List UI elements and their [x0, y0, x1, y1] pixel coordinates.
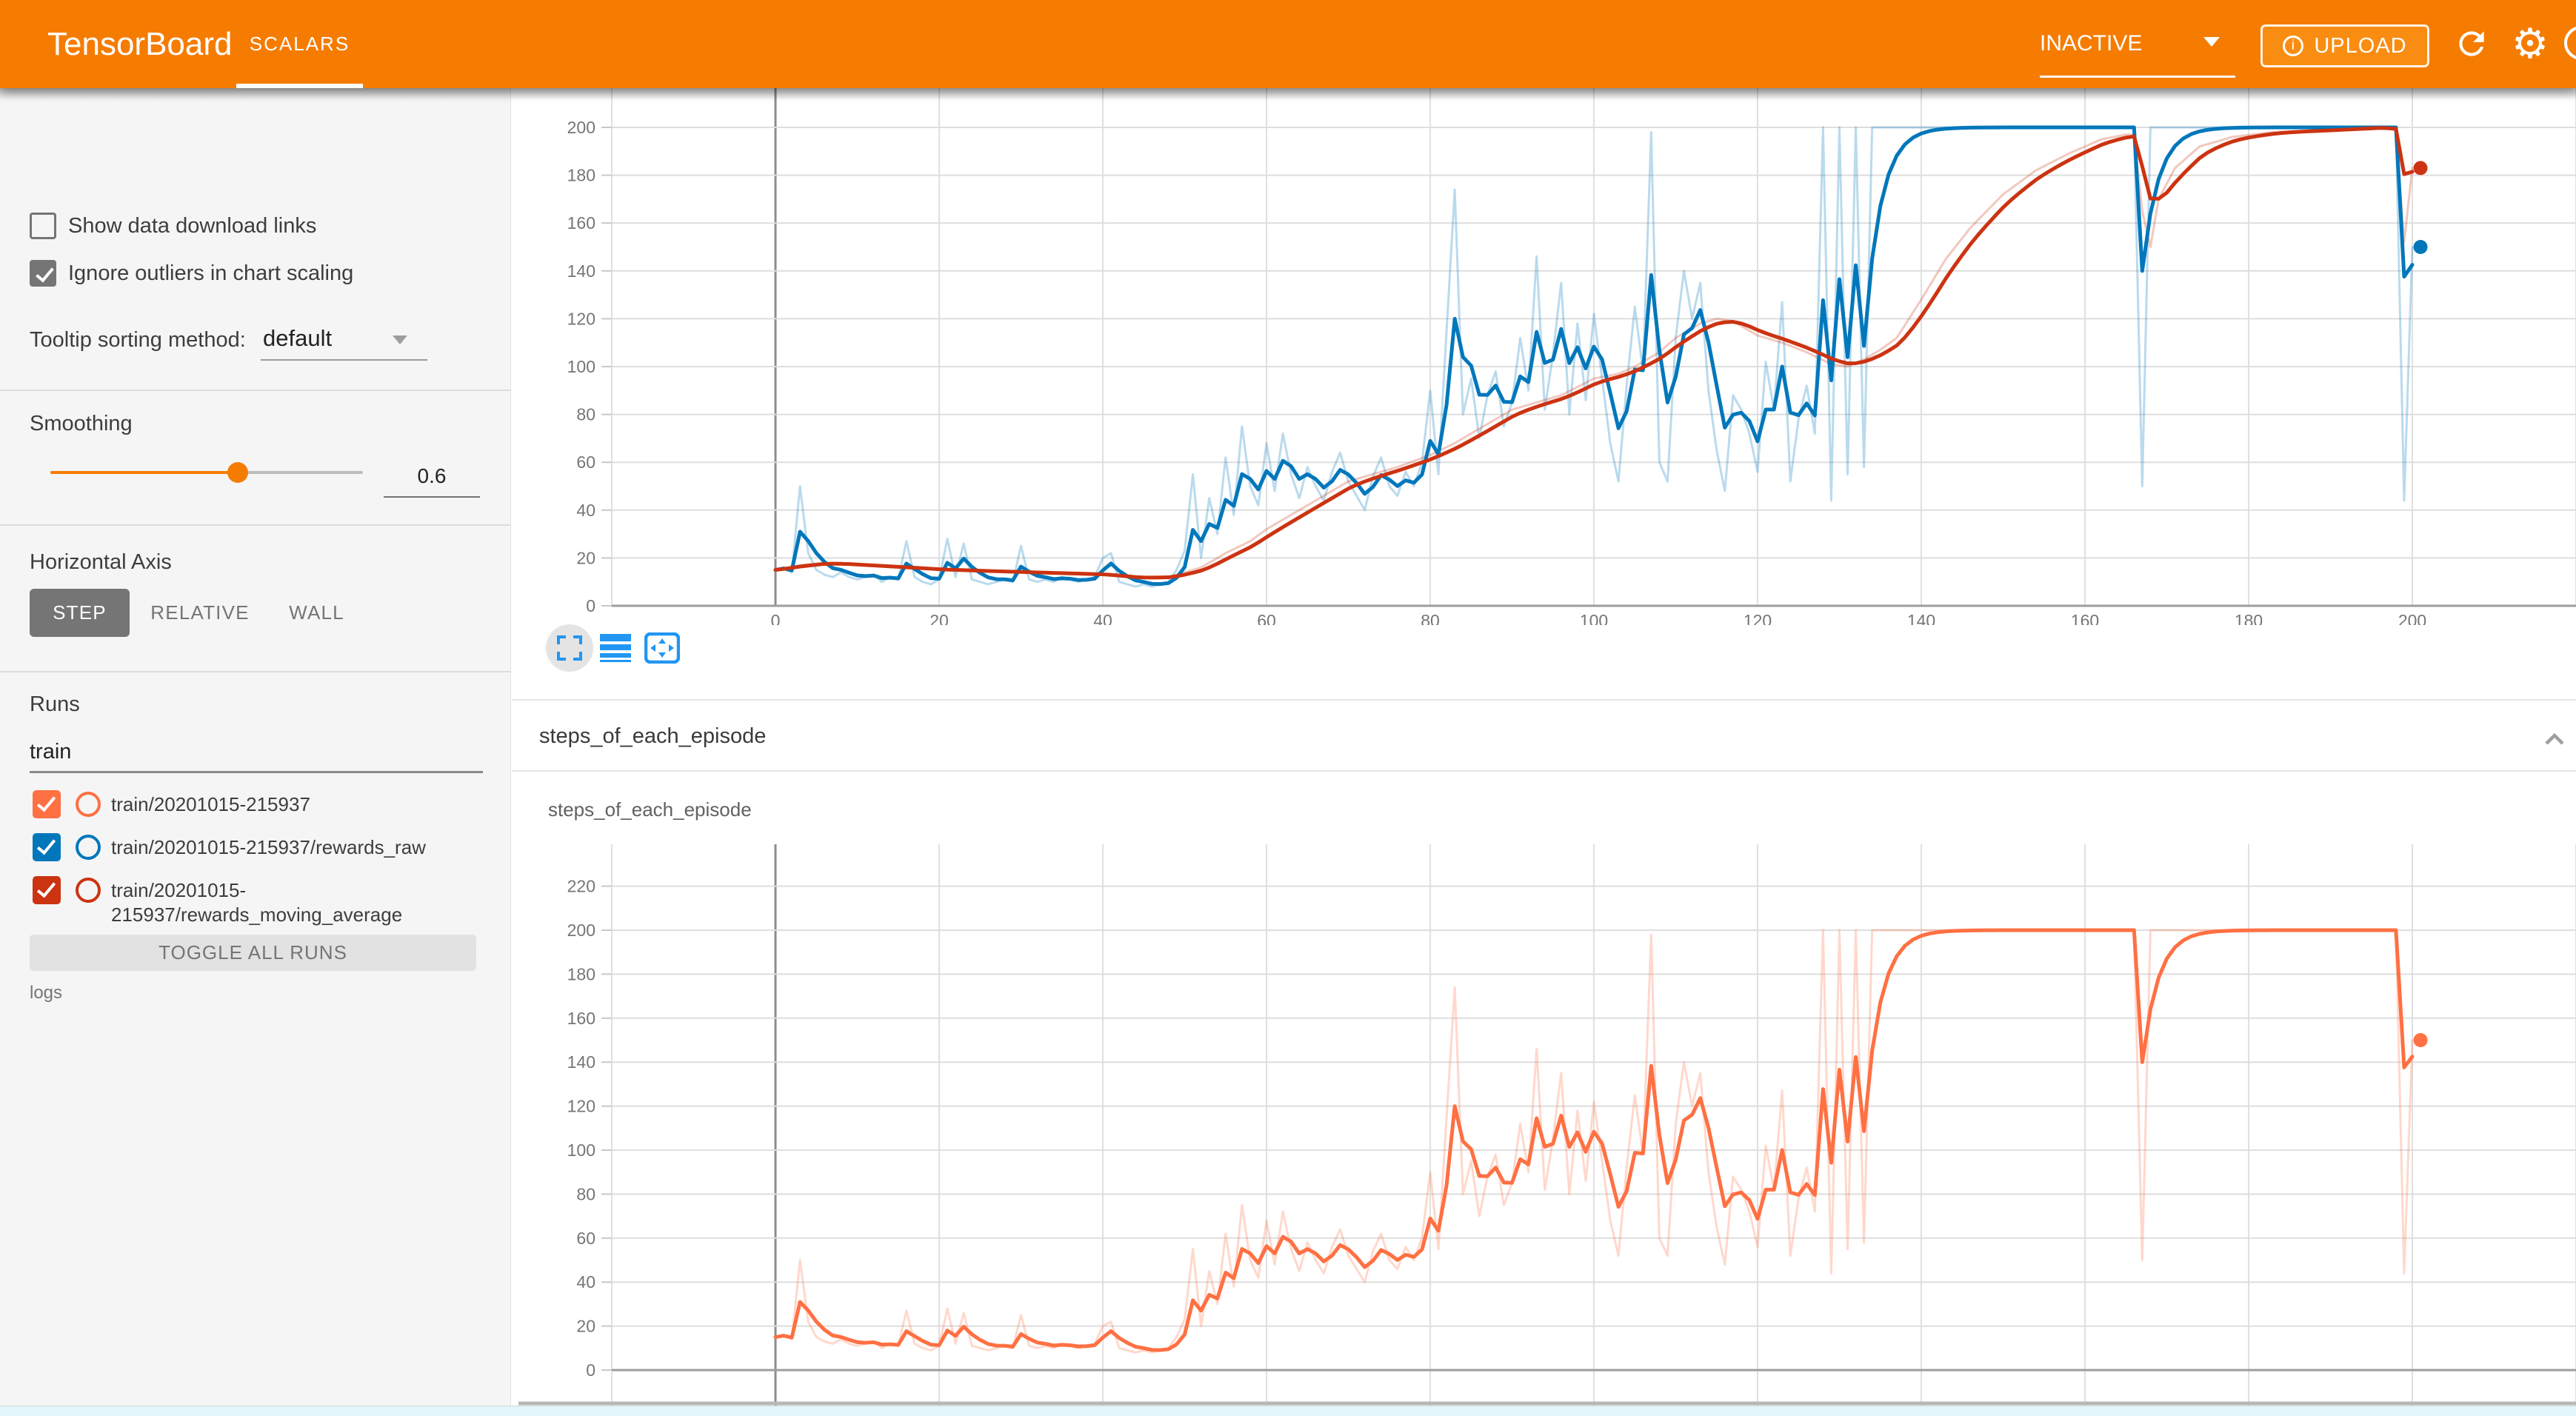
- axis-wall-button[interactable]: WALL: [270, 589, 363, 637]
- svg-text:160: 160: [567, 1009, 595, 1028]
- run-isolator-circle[interactable]: [76, 835, 101, 860]
- svg-text:20: 20: [576, 548, 595, 567]
- tooltip-sorting-label: Tooltip sorting method:: [30, 328, 246, 353]
- gear-icon[interactable]: ⚙︎: [2509, 16, 2551, 71]
- svg-text:40: 40: [576, 501, 595, 520]
- toggle-all-runs-button[interactable]: TOGGLE ALL RUNS: [30, 935, 476, 971]
- runs-filter-underline: [30, 771, 483, 773]
- app-title: TensorBoard: [47, 0, 232, 88]
- svg-text:140: 140: [567, 261, 595, 281]
- svg-text:0: 0: [586, 1360, 595, 1380]
- divider: [0, 390, 511, 391]
- svg-text:0: 0: [771, 611, 781, 625]
- divider: [0, 671, 511, 672]
- svg-text:20: 20: [930, 611, 949, 625]
- collapse-chevron-icon[interactable]: [2544, 732, 2565, 747]
- axis-relative-button[interactable]: RELATIVE: [144, 589, 256, 637]
- svg-text:160: 160: [2071, 611, 2099, 625]
- header-shadow: [0, 88, 2576, 100]
- svg-text:20: 20: [576, 1317, 595, 1336]
- divider: [512, 770, 2576, 772]
- chart-card-title: steps_of_each_episode: [548, 798, 752, 821]
- run-checkbox[interactable]: [33, 876, 61, 904]
- run-checkbox[interactable]: [33, 790, 61, 818]
- upload-button[interactable]: i UPLOAD: [2260, 24, 2429, 67]
- fit-domain-icon[interactable]: [644, 632, 680, 664]
- section-title: steps_of_each_episode: [539, 724, 766, 749]
- settings-sidebar: Show data download links Ignore outliers…: [0, 88, 511, 1416]
- smoothing-slider-knob[interactable]: [227, 462, 248, 483]
- upload-button-label: UPLOAD: [2314, 34, 2406, 59]
- tab-active-underline: [236, 84, 363, 88]
- runs-heading: Runs: [30, 692, 80, 717]
- ignore-outliers-label: Ignore outliers in chart scaling: [68, 261, 353, 286]
- info-icon: i: [2283, 36, 2303, 56]
- svg-text:80: 80: [576, 1184, 595, 1203]
- svg-text:160: 160: [567, 213, 595, 233]
- svg-text:120: 120: [567, 309, 595, 328]
- steps-chart[interactable]: 0 20 40 60 80 100 120 140 160 180 200 220: [518, 844, 2576, 1406]
- chevron-down-icon[interactable]: [2203, 37, 2220, 47]
- svg-text:180: 180: [2235, 611, 2263, 625]
- run-label: train/20201015-215937/rewards_moving_ave…: [111, 878, 485, 927]
- log-scale-icon[interactable]: [600, 634, 631, 662]
- run-isolator-circle[interactable]: [76, 792, 101, 817]
- run-label: train/20201015-215937/rewards_raw: [111, 835, 485, 860]
- svg-text:200: 200: [567, 118, 595, 137]
- tooltip-sorting-underline: [261, 359, 427, 361]
- tooltip-sorting-dropdown[interactable]: default: [263, 325, 332, 352]
- svg-text:40: 40: [576, 1272, 595, 1292]
- tensorboard-app: { "header": { "title": "TensorBoard", "t…: [0, 0, 2576, 1416]
- smoothing-value-underline: [384, 496, 480, 498]
- svg-text:0: 0: [586, 596, 595, 615]
- rewards-chart[interactable]: 0 20 40 60 80 100 120 140 160 180 200 0 20 40 60 80 100 1…: [518, 88, 2576, 625]
- help-icon[interactable]: [2564, 26, 2576, 60]
- svg-text:140: 140: [567, 1052, 595, 1072]
- svg-text:100: 100: [567, 1141, 595, 1160]
- expand-card-icon[interactable]: [557, 635, 582, 661]
- svg-text:60: 60: [576, 1229, 595, 1248]
- show-download-links-checkbox[interactable]: [30, 213, 56, 239]
- smoothing-value-input[interactable]: 0.6: [384, 464, 480, 488]
- svg-text:220: 220: [567, 877, 595, 896]
- svg-text:100: 100: [1580, 611, 1608, 625]
- tab-scalars[interactable]: SCALARS: [236, 0, 363, 88]
- divider: [0, 524, 511, 526]
- smoothing-label: Smoothing: [30, 412, 133, 436]
- svg-text:120: 120: [567, 1097, 595, 1116]
- run-checkbox[interactable]: [33, 833, 61, 861]
- svg-text:120: 120: [1744, 611, 1772, 625]
- svg-text:80: 80: [576, 405, 595, 424]
- svg-text:60: 60: [576, 452, 595, 472]
- refresh-icon[interactable]: [2453, 25, 2490, 62]
- horizontal-axis-label: Horizontal Axis: [30, 550, 172, 575]
- svg-text:200: 200: [567, 921, 595, 940]
- smoothing-slider-fill: [50, 471, 238, 474]
- svg-text:200: 200: [2398, 611, 2426, 625]
- svg-text:100: 100: [567, 357, 595, 376]
- app-header: TensorBoard SCALARS INACTIVE i UPLOAD ⚙︎: [0, 0, 2576, 88]
- svg-text:140: 140: [1907, 611, 1935, 625]
- axis-step-button[interactable]: STEP: [30, 589, 130, 637]
- svg-text:80: 80: [1421, 611, 1440, 625]
- show-download-links-label: Show data download links: [68, 214, 316, 238]
- run-isolator-circle[interactable]: [76, 878, 101, 903]
- svg-text:40: 40: [1093, 611, 1112, 625]
- svg-text:180: 180: [567, 166, 595, 185]
- chevron-down-icon[interactable]: [393, 335, 407, 344]
- svg-text:60: 60: [1257, 611, 1276, 625]
- runs-filter-input[interactable]: train: [30, 740, 71, 764]
- run-label: train/20201015-215937: [111, 792, 485, 817]
- status-dropdown-underline: [2040, 76, 2235, 78]
- runs-footer-label: logs: [30, 983, 62, 1003]
- svg-text:180: 180: [567, 964, 595, 983]
- bottom-overlay-strip: [0, 1406, 2576, 1416]
- section-header[interactable]: steps_of_each_episode: [512, 701, 2576, 770]
- ignore-outliers-checkbox[interactable]: [30, 260, 56, 287]
